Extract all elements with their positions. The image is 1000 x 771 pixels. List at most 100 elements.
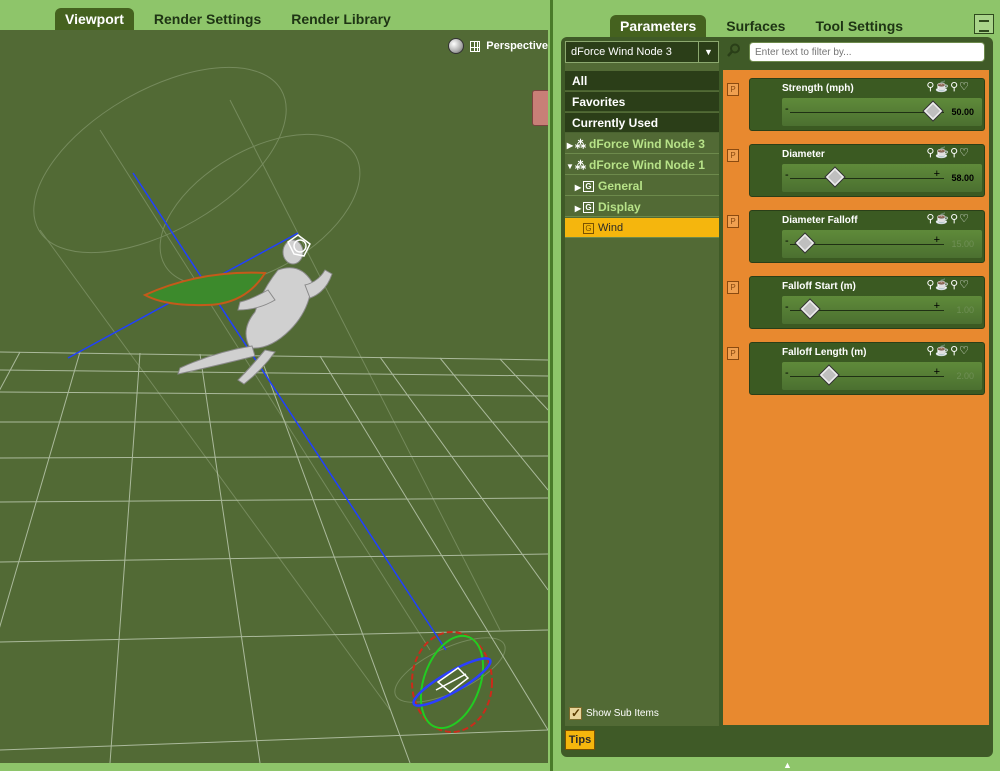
slider-line — [790, 376, 944, 377]
tree-item-wind-node-1[interactable]: ▼⁂ dForce Wind Node 1 — [565, 155, 719, 175]
decrement-icon[interactable]: - — [785, 301, 789, 313]
node-icon: ⁂ — [575, 160, 586, 172]
node-icon: ⁂ — [575, 139, 586, 151]
decrement-icon[interactable]: - — [785, 169, 789, 181]
decrement-icon[interactable]: - — [785, 367, 789, 379]
show-sub-items-checkbox[interactable] — [569, 706, 582, 720]
show-sub-items-toggle[interactable]: Show Sub Items — [569, 706, 659, 720]
parameter-slider: Diameter ⚲☕⚲♡ - +58.00 — [749, 144, 985, 197]
tree-item-label: dForce Wind Node 1 — [589, 158, 705, 172]
parameter-value[interactable]: 15.00 — [951, 239, 974, 249]
tab-render-library[interactable]: Render Library — [281, 8, 401, 30]
tree-item-display[interactable]: ▶ G Display — [565, 197, 719, 217]
slider-line — [790, 112, 944, 113]
increment-icon[interactable]: + — [934, 234, 940, 246]
tree-item-wind[interactable]: G Wind — [565, 218, 719, 238]
parameter-options-icons[interactable]: ⚲☕⚲♡ — [926, 80, 970, 93]
3d-viewport[interactable]: Perspective — [0, 30, 548, 763]
slider-track[interactable]: - +2.00 — [782, 362, 982, 390]
tips-button[interactable]: Tips — [565, 730, 595, 750]
parameter-value[interactable]: 1.00 — [956, 305, 974, 315]
slider-track[interactable]: - +1.00 — [782, 296, 982, 324]
parameter-name: Diameter Falloff — [782, 215, 858, 226]
tree-item-wind-node-3[interactable]: ▶ ⁂ dForce Wind Node 3 — [565, 134, 719, 154]
tab-viewport[interactable]: Viewport — [55, 8, 134, 30]
category-all[interactable]: All — [565, 71, 719, 91]
param-pin-icon[interactable]: P — [727, 281, 739, 294]
parameter-options-icons[interactable]: ⚲☕⚲♡ — [926, 278, 970, 291]
parameter-name: Falloff Start (m) — [782, 281, 856, 292]
param-pin-icon[interactable]: P — [727, 149, 739, 162]
tree-item-label: Wind — [598, 222, 624, 234]
tab-parameters[interactable]: Parameters — [610, 15, 707, 37]
aux-panel-tab[interactable] — [532, 90, 548, 126]
scene-graphic — [0, 66, 548, 763]
slider-line — [790, 178, 944, 179]
grid-icon[interactable] — [470, 40, 481, 52]
parameter-options-icons[interactable]: ⚲☕⚲♡ — [926, 344, 970, 357]
parameter-slider: Falloff Length (m) ⚲☕⚲♡ - +2.00 — [749, 342, 985, 395]
expand-arrow-icon[interactable]: ▶ — [573, 178, 583, 198]
tab-surfaces[interactable]: Surfaces — [716, 15, 795, 37]
expand-arrow-icon[interactable]: ▶ — [573, 199, 583, 219]
property-group-list: dForce Wind Node 3 ▼ All Favorites Curre… — [565, 41, 719, 726]
group-icon: G — [583, 202, 594, 214]
parameter-slider: Strength (mph) ⚲☕⚲♡ -+50.00 — [749, 78, 985, 131]
parameter-name: Diameter — [782, 149, 825, 160]
tree-item-label: dForce Wind Node 3 — [589, 137, 705, 151]
tree-item-general[interactable]: ▶ G General — [565, 176, 719, 196]
param-pin-icon[interactable]: P — [727, 215, 739, 228]
category-favorites[interactable]: Favorites — [565, 92, 719, 112]
viewport-toolbar: Perspective — [448, 38, 548, 54]
tree-item-label: Display — [598, 200, 641, 214]
increment-icon[interactable]: + — [934, 168, 940, 180]
param-pin-icon[interactable]: P — [727, 347, 739, 360]
property-list: PStrength (mph)⚲☕⚲♡-+50.00PDiameter⚲☕⚲♡-… — [723, 70, 989, 725]
slider-track[interactable]: -+50.00 — [782, 98, 982, 126]
node-selector[interactable]: dForce Wind Node 3 ▼ — [565, 41, 719, 63]
collapse-arrow-icon[interactable]: ▼ — [565, 157, 575, 177]
slider-knob[interactable] — [823, 166, 846, 188]
filter-input[interactable] — [749, 42, 985, 62]
parameter-value[interactable]: 58.00 — [951, 173, 974, 183]
node-selector-value: dForce Wind Node 3 — [571, 46, 672, 58]
parameter-name: Falloff Length (m) — [782, 347, 867, 358]
search-icon — [727, 43, 740, 57]
slider-knob[interactable] — [799, 298, 821, 320]
parameter-value[interactable]: 2.00 — [956, 371, 974, 381]
slider-knob[interactable] — [817, 364, 840, 386]
slider-track[interactable]: - +58.00 — [782, 164, 982, 192]
pane-menu-icon[interactable] — [974, 14, 994, 34]
parameter-options-icons[interactable]: ⚲☕⚲♡ — [926, 212, 970, 225]
parameter-slider: Diameter Falloff ⚲☕⚲♡ - +15.00 — [749, 210, 985, 263]
category-currently-used[interactable]: Currently Used — [565, 113, 719, 133]
increment-icon[interactable]: + — [934, 366, 940, 378]
parameters-tabbar: Parameters Surfaces Tool Settings — [610, 15, 923, 37]
slider-track[interactable]: - +15.00 — [782, 230, 982, 258]
decrement-icon[interactable]: - — [785, 103, 789, 115]
draw-style-icon[interactable] — [448, 38, 465, 54]
show-sub-items-label: Show Sub Items — [586, 708, 659, 719]
parameter-value[interactable]: 50.00 — [951, 107, 974, 117]
tab-tool-settings[interactable]: Tool Settings — [805, 15, 913, 37]
decrement-icon[interactable]: - — [785, 235, 789, 247]
slider-knob[interactable] — [794, 232, 817, 254]
group-icon: G — [583, 222, 594, 234]
parameter-name: Strength (mph) — [782, 83, 854, 94]
camera-label[interactable]: Perspective — [486, 40, 548, 52]
parameter-options-icons[interactable]: ⚲☕⚲♡ — [926, 146, 970, 159]
tree-item-label: General — [598, 179, 643, 193]
viewport-pane: Viewport Render Settings Render Library — [0, 0, 550, 771]
chevron-down-icon[interactable]: ▼ — [698, 42, 718, 62]
increment-icon[interactable]: + — [934, 300, 940, 312]
viewport-tabbar: Viewport Render Settings Render Library — [55, 5, 411, 30]
parameters-pane: Parameters Surfaces Tool Settings dForce… — [550, 0, 1000, 771]
group-icon: G — [583, 181, 594, 193]
parameter-slider: Falloff Start (m) ⚲☕⚲♡ - +1.00 — [749, 276, 985, 329]
parameters-body: dForce Wind Node 3 ▼ All Favorites Curre… — [561, 37, 993, 770]
slider-knob[interactable] — [922, 100, 944, 122]
scroll-up-icon[interactable]: ▲ — [783, 760, 792, 770]
tab-render-settings[interactable]: Render Settings — [144, 8, 271, 30]
expand-arrow-icon[interactable]: ▶ — [565, 136, 575, 156]
param-pin-icon[interactable]: P — [727, 83, 739, 96]
